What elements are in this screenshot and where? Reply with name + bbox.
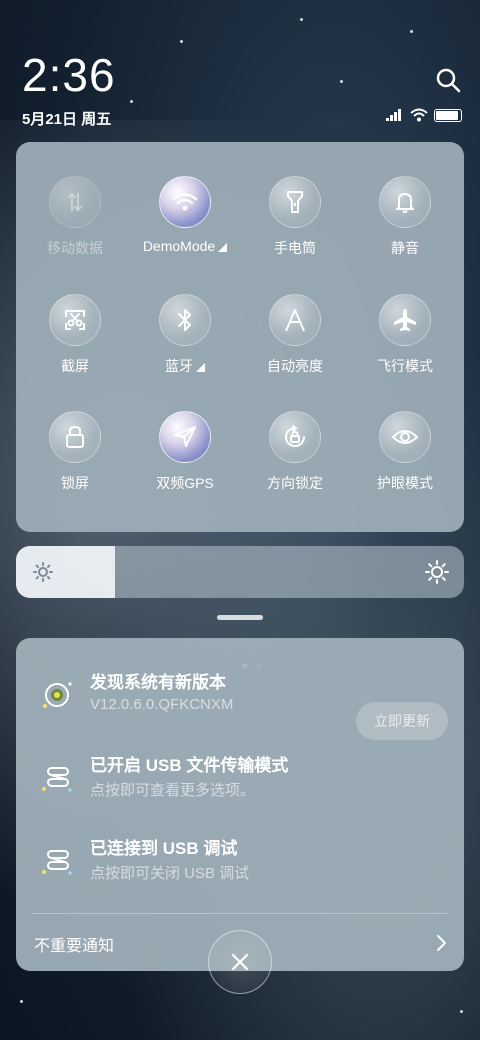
update-now-button[interactable]: 立即更新 — [356, 702, 448, 740]
tile-label: 蓝牙 — [165, 356, 205, 376]
notification-usb-transfer[interactable]: 已开启 USB 文件传输模式 点按即可查看更多选项。 — [16, 751, 464, 831]
mobile-data-icon — [49, 176, 101, 228]
lock-icon — [49, 411, 101, 463]
tile-label: 锁屏 — [61, 473, 89, 493]
notification-usb-debugging[interactable]: 已连接到 USB 调试 点按即可关闭 USB 调试 — [16, 834, 464, 914]
tile-label-text: DemoMode — [142, 238, 216, 254]
tile-label: 移动数据 — [47, 238, 103, 258]
airplane-icon — [379, 294, 431, 346]
wifi-status-icon — [410, 108, 428, 122]
tile-mobile-data[interactable]: 移动数据 — [20, 176, 130, 286]
tile-label-text: 静音 — [391, 240, 419, 256]
wallpaper-star — [340, 80, 343, 83]
wallpaper-star — [20, 1000, 23, 1003]
tile-label: 截屏 — [61, 356, 89, 376]
notification-title: 发现系统有新版本 — [90, 673, 226, 692]
expand-triangle-icon — [218, 242, 228, 252]
tile-flashlight[interactable]: 手电筒 — [240, 176, 350, 286]
close-icon — [231, 953, 249, 971]
tile-label-text: 自动亮度 — [267, 358, 323, 374]
notification-title: 已连接到 USB 调试 — [90, 839, 238, 858]
tile-label-text: 方向锁定 — [267, 475, 323, 491]
system-update-app-icon — [43, 682, 72, 708]
wallpaper-star — [130, 100, 133, 103]
search-button[interactable] — [434, 66, 462, 94]
tile-label: 飞行模式 — [377, 356, 433, 376]
drag-handle[interactable] — [217, 615, 263, 620]
usb-debugging-app-icon — [42, 850, 72, 875]
clock: 2:36 — [22, 49, 116, 101]
tile-label-text: 手电筒 — [274, 240, 316, 256]
clear-all-button[interactable] — [208, 930, 272, 994]
tile-label: 静音 — [391, 238, 419, 258]
tile-label: 双频GPS — [156, 473, 214, 493]
tile-auto-brightness[interactable]: 自动亮度 — [240, 294, 350, 404]
usb-transfer-app-icon — [42, 767, 72, 792]
screenshot-icon — [49, 294, 101, 346]
wallpaper-star — [300, 18, 303, 21]
search-icon — [436, 68, 461, 93]
notification-subtitle: V12.0.6.0.QFKCNXM — [90, 696, 234, 713]
gps-icon — [159, 411, 211, 463]
quick-settings-panel: 移动数据 DemoMode 手电筒 静音截屏 蓝牙 自动亮度 飞行模式锁屏 双频GPS 方向锁定… — [16, 142, 464, 669]
tile-bluetooth[interactable]: 蓝牙 — [130, 294, 240, 404]
tile-label-text: 护眼模式 — [377, 475, 433, 491]
bluetooth-icon — [159, 294, 211, 346]
wallpaper-star — [180, 40, 183, 43]
wallpaper-star — [460, 1010, 463, 1013]
tile-label-text: 蓝牙 — [165, 358, 193, 374]
notification-title: 已开启 USB 文件传输模式 — [90, 756, 289, 775]
chevron-right-icon[interactable] — [436, 934, 448, 952]
tile-lock[interactable]: 锁屏 — [20, 411, 130, 521]
brightness-high-icon — [425, 560, 449, 584]
auto-brightness-icon — [269, 294, 321, 346]
tile-label: 方向锁定 — [267, 473, 323, 493]
tile-label: 护眼模式 — [377, 473, 433, 493]
battery-level — [436, 110, 459, 120]
tile-rotation-lock[interactable]: 方向锁定 — [240, 411, 350, 521]
tile-label-text: 截屏 — [61, 358, 89, 374]
tile-bell[interactable]: 静音 — [350, 176, 460, 286]
status-icons — [386, 108, 462, 122]
battery-icon — [434, 108, 462, 122]
tile-airplane[interactable]: 飞行模式 — [350, 294, 460, 404]
notification-subtitle: 点按即可关闭 USB 调试 — [90, 865, 250, 882]
tile-label: DemoMode — [142, 238, 228, 254]
unimportant-notifications-link[interactable]: 不重要通知 — [34, 932, 114, 956]
tile-label: 自动亮度 — [267, 356, 323, 376]
date: 5月21日 周五 — [22, 111, 112, 128]
notification-system-update[interactable]: 发现系统有新版本 V12.0.6.0.QFKCNXM 立即更新 — [16, 668, 464, 748]
tile-eye[interactable]: 护眼模式 — [350, 411, 460, 521]
notification-panel: 发现系统有新版本 V12.0.6.0.QFKCNXM 立即更新 已开启 USB … — [16, 638, 464, 971]
tile-label: 手电筒 — [274, 238, 316, 258]
rotation-lock-icon — [269, 411, 321, 463]
tile-label-text: 飞行模式 — [377, 358, 433, 374]
tile-label-text: 移动数据 — [47, 240, 103, 256]
brightness-level — [16, 546, 115, 598]
tile-label-text: 锁屏 — [61, 475, 89, 491]
tile-wifi[interactable]: DemoMode — [130, 176, 240, 286]
expand-triangle-icon — [196, 362, 205, 372]
brightness-slider[interactable] — [16, 546, 464, 598]
tile-gps[interactable]: 双频GPS — [130, 411, 240, 521]
bell-icon — [379, 176, 431, 228]
notification-subtitle: 点按即可查看更多选项。 — [90, 782, 256, 799]
signal-icon — [386, 109, 401, 121]
brightness-low-icon — [33, 562, 53, 582]
wallpaper-star — [410, 30, 413, 33]
flashlight-icon — [269, 176, 321, 228]
tile-label-text: 双频GPS — [156, 475, 214, 491]
wifi-icon — [159, 176, 211, 228]
tile-screenshot[interactable]: 截屏 — [20, 294, 130, 404]
divider — [32, 913, 448, 914]
eye-icon — [379, 411, 431, 463]
